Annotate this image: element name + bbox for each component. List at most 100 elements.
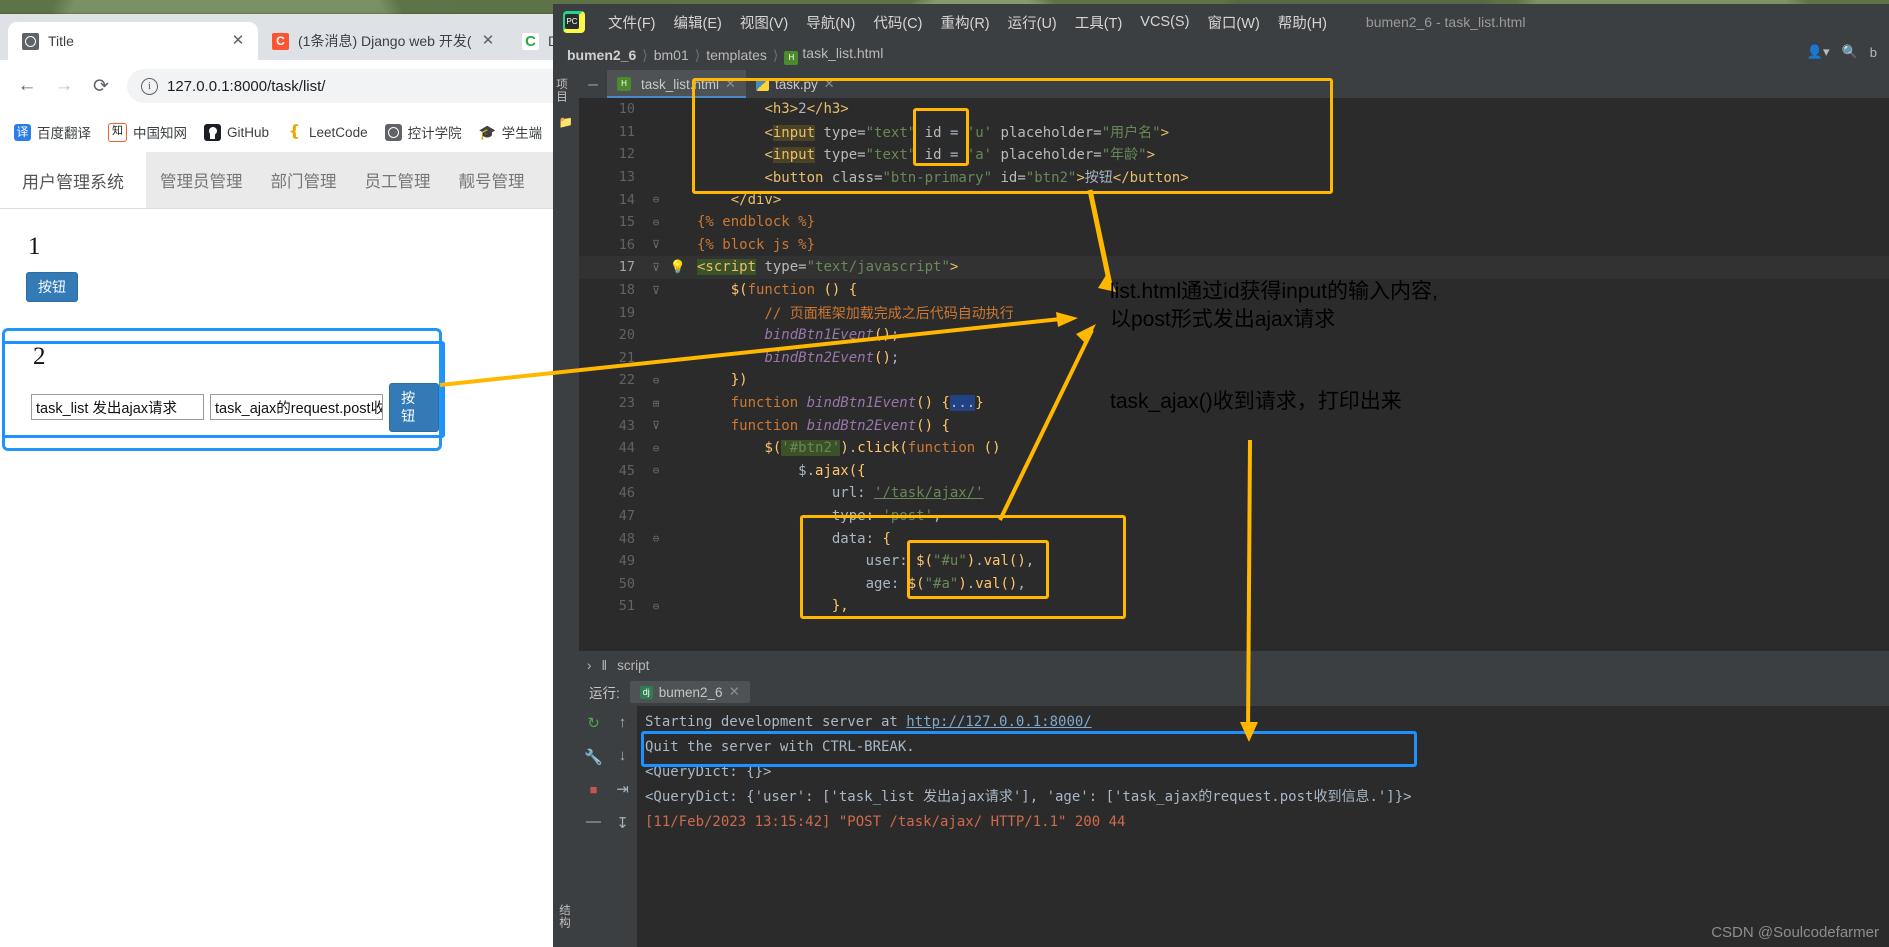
fold-icon[interactable]: ⊽ xyxy=(645,261,667,274)
code-editor[interactable]: 10 <h3>2</h3> 11 <input type="text" id = … xyxy=(579,98,1889,650)
console-output[interactable]: Starting development server at http://12… xyxy=(637,706,1889,947)
btn1-button[interactable]: 按钮 xyxy=(26,272,78,303)
tool-structure-label[interactable]: 结构 xyxy=(556,896,572,937)
code-line[interactable]: 43 ⊽ function bindBtn2Event() { xyxy=(579,414,1889,437)
breadcrumb-project[interactable]: bumen2_6 xyxy=(567,47,636,63)
menu-run[interactable]: 运行(U) xyxy=(999,12,1066,33)
fold-icon[interactable]: ⊽ xyxy=(645,419,667,432)
fold-icon[interactable]: ⊖ xyxy=(645,216,667,229)
menu-vcs[interactable]: VCS(S) xyxy=(1131,14,1198,30)
nav-item-employee[interactable]: 员工管理 xyxy=(351,152,445,208)
code-line[interactable]: 15 ⊖ {% endblock %} xyxy=(579,211,1889,234)
watermark: CSDN @Soulcodefarmer xyxy=(1711,924,1879,941)
console-line: Quit the server with CTRL-BREAK. xyxy=(645,739,915,755)
reload-icon[interactable]: ⟳ xyxy=(84,69,118,103)
menu-refactor[interactable]: 重构(R) xyxy=(931,12,998,33)
bookmark-cnki[interactable]: 知 中国知网 xyxy=(102,118,193,146)
code-line[interactable]: 11 <input type="text" id = 'u' placehold… xyxy=(579,121,1889,144)
menu-navigate[interactable]: 导航(N) xyxy=(797,12,864,33)
breadcrumb-templates[interactable]: templates xyxy=(706,47,767,63)
nav-item-department[interactable]: 部门管理 xyxy=(257,152,351,208)
wrench-icon[interactable]: 🔧 xyxy=(584,748,603,766)
fold-icon[interactable]: ⊞ xyxy=(645,397,667,410)
bell-icon[interactable]: b xyxy=(1870,45,1877,60)
minus-icon[interactable]: — xyxy=(586,813,601,830)
soft-wrap-icon[interactable]: ⇥ xyxy=(616,780,629,798)
menu-edit[interactable]: 编辑(E) xyxy=(665,12,731,33)
code-line[interactable]: 16 ⊽ {% block js %} xyxy=(579,234,1889,257)
nav-item-number[interactable]: 靓号管理 xyxy=(445,152,539,208)
breadcrumb-bm01[interactable]: bm01 xyxy=(654,47,689,63)
site-info-icon[interactable]: i xyxy=(141,77,158,95)
close-icon[interactable]: ✕ xyxy=(725,76,736,92)
fold-icon[interactable]: ⊖ xyxy=(645,193,667,206)
forward-icon[interactable]: → xyxy=(47,69,81,103)
fold-icon[interactable]: ⊖ xyxy=(645,464,667,477)
line-number: 48 xyxy=(618,530,635,547)
stop-icon[interactable]: ■ xyxy=(590,782,598,797)
menu-file[interactable]: 文件(F) xyxy=(599,12,665,33)
scroll-end-icon[interactable]: ↧ xyxy=(616,814,629,832)
site-brand[interactable]: 用户管理系统 xyxy=(0,152,146,208)
run-config-tab[interactable]: dj bumen2_6 ✕ xyxy=(629,681,750,703)
line-number: 50 xyxy=(618,575,635,592)
script-breadcrumb-label[interactable]: script xyxy=(617,658,649,673)
code-line[interactable]: 48 ⊖ data: { xyxy=(579,527,1889,550)
arrow-up-icon[interactable]: ↑ xyxy=(619,714,627,731)
collapse-icon[interactable]: ─ xyxy=(579,70,607,98)
tool-project-label[interactable]: 项目 xyxy=(553,70,569,111)
chevron-right-icon[interactable]: › xyxy=(587,658,592,673)
code-line[interactable]: 46 url: '/task/ajax/' xyxy=(579,482,1889,505)
age-input[interactable]: task_ajax的request.post收到 xyxy=(210,394,384,421)
browser-tab-1[interactable]: C (1条消息) Django web 开发(四 ✕ xyxy=(258,22,508,60)
code-line[interactable]: 47 type: 'post', xyxy=(579,505,1889,528)
bookmark-baidu-translate[interactable]: 译 百度翻译 xyxy=(8,118,97,146)
user-icon[interactable]: 👤▾ xyxy=(1807,44,1830,60)
code-line[interactable]: 44 ⊖ $('#btn2').click(function () xyxy=(579,437,1889,460)
menu-window[interactable]: 窗口(W) xyxy=(1198,12,1268,33)
back-icon[interactable]: ← xyxy=(10,69,44,103)
user-input[interactable]: task_list 发出ajax请求 xyxy=(31,394,205,421)
browser-tab-0[interactable]: Title ✕ xyxy=(8,22,258,60)
arrow-down-icon[interactable]: ↓ xyxy=(619,747,627,764)
code-line[interactable]: 21 bindBtn2Event(); xyxy=(579,347,1889,370)
menu-code[interactable]: 代码(C) xyxy=(864,12,931,33)
editor-tab-task-list-html[interactable]: H task_list.html ✕ xyxy=(607,70,746,98)
close-icon[interactable]: ✕ xyxy=(480,33,496,49)
rerun-icon[interactable]: ↻ xyxy=(587,714,600,732)
code-line[interactable]: 50 age: $("#a").val(), xyxy=(579,572,1889,595)
fold-icon[interactable]: ⊖ xyxy=(645,600,667,613)
code-line[interactable]: 12 <input type="text" id = 'a' placehold… xyxy=(579,143,1889,166)
btn2-button[interactable]: 按钮 xyxy=(389,383,439,432)
bookmark-student[interactable]: 🎓 学生端 xyxy=(473,118,549,146)
html-file-icon: H xyxy=(617,77,631,91)
code-line[interactable]: 49 user: $("#u").val(), xyxy=(579,550,1889,573)
folder-icon[interactable]: 📁 xyxy=(553,111,579,133)
bookmark-college[interactable]: 控计学院 xyxy=(379,118,468,146)
fold-icon[interactable]: ⊖ xyxy=(645,532,667,545)
menu-tools[interactable]: 工具(T) xyxy=(1066,12,1132,33)
editor-tab-task-py[interactable]: task.py ✕ xyxy=(746,70,845,98)
breadcrumb-file[interactable]: Htask_list.html xyxy=(784,45,883,65)
search-icon[interactable]: 🔍 xyxy=(1842,44,1858,60)
fold-icon[interactable]: ⊖ xyxy=(645,442,667,455)
menu-help[interactable]: 帮助(H) xyxy=(1269,12,1336,33)
code-line[interactable]: 51 ⊖ }, xyxy=(579,595,1889,618)
line-number: 17 xyxy=(618,259,635,276)
code-line[interactable]: 10 <h3>2</h3> xyxy=(579,98,1889,121)
code-line[interactable]: 14 ⊖ </div> xyxy=(579,188,1889,211)
code-line[interactable]: 45 ⊖ $.ajax({ xyxy=(579,460,1889,483)
fold-icon[interactable]: ⊽ xyxy=(645,284,667,297)
close-icon[interactable]: ✕ xyxy=(824,76,835,92)
bookmark-github[interactable]: GitHub xyxy=(198,120,275,145)
bookmark-leetcode[interactable]: ❴ LeetCode xyxy=(280,120,374,145)
intention-bulb-icon[interactable]: 💡 xyxy=(667,260,689,275)
close-icon[interactable]: ✕ xyxy=(729,684,740,700)
code-line[interactable]: 17 ⊽ 💡 <script type="text/javascript"> xyxy=(579,256,1889,279)
nav-item-admin[interactable]: 管理员管理 xyxy=(146,152,257,208)
code-line[interactable]: 13 <button class="btn-primary" id="btn2"… xyxy=(579,166,1889,189)
fold-icon[interactable]: ⊽ xyxy=(645,238,667,251)
close-icon[interactable]: ✕ xyxy=(230,33,246,49)
menu-view[interactable]: 视图(V) xyxy=(731,12,797,33)
fold-icon[interactable]: ⊖ xyxy=(645,374,667,387)
